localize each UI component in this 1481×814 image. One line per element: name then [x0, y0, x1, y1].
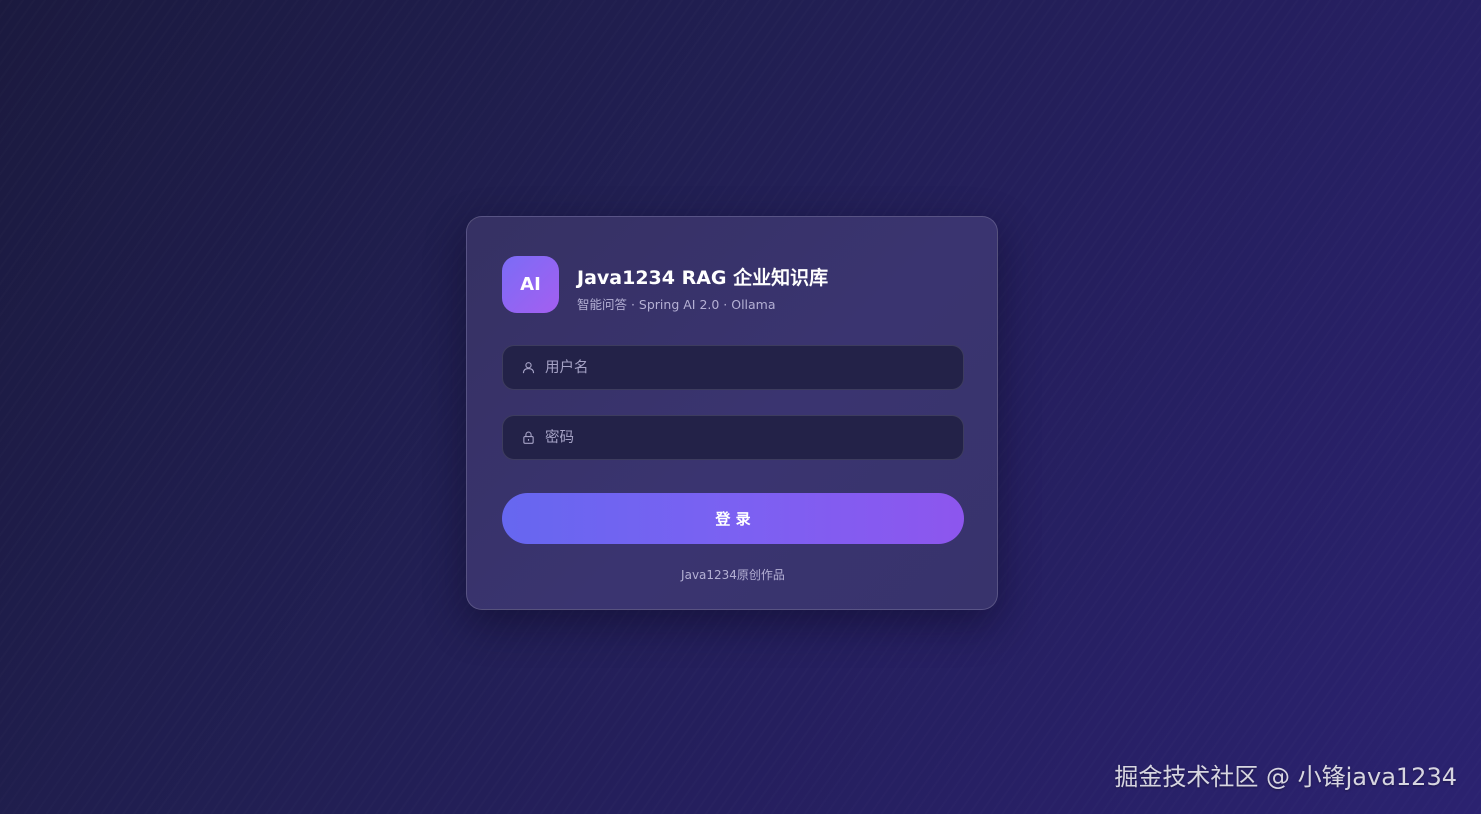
logo-text: AI	[520, 274, 541, 295]
watermark: 掘金技术社区 @ 小锋java1234	[1114, 763, 1457, 791]
password-input[interactable]	[543, 415, 963, 460]
app-title: Java1234 RAG 企业知识库	[577, 267, 829, 289]
username-field[interactable]	[502, 345, 964, 390]
login-card: AI Java1234 RAG 企业知识库 智能问答 · Spring AI 2…	[466, 216, 998, 610]
password-field[interactable]	[502, 415, 964, 460]
app-logo: AI	[502, 256, 559, 313]
login-button[interactable]: 登 录	[502, 493, 964, 544]
footer-credit: Java1234原创作品	[681, 568, 785, 582]
app-subtitle: 智能问答 · Spring AI 2.0 · Ollama	[577, 297, 776, 312]
user-icon	[521, 361, 535, 375]
lock-icon	[521, 431, 535, 445]
username-input[interactable]	[543, 345, 963, 390]
